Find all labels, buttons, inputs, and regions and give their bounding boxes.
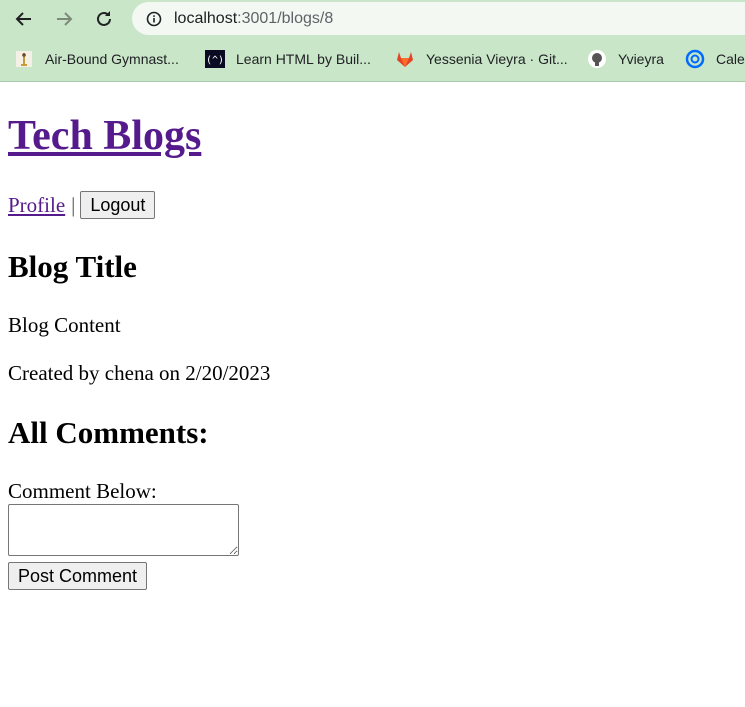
post-comment-button[interactable]: Post Comment <box>8 562 148 590</box>
svg-text:(^): (^) <box>206 55 224 66</box>
freecodecamp-icon: (^) <box>205 49 225 69</box>
forward-button[interactable] <box>50 5 78 33</box>
gitlab-icon <box>395 49 415 69</box>
info-icon[interactable] <box>144 9 164 29</box>
site-nav: Profile | Logout <box>8 191 156 219</box>
logout-button[interactable]: Logout <box>80 191 156 219</box>
browser-toolbar: localhost:3001/blogs/8 Air-Bound Gymnast… <box>0 0 745 82</box>
arrow-right-icon <box>57 12 73 26</box>
nav-separator: | <box>71 193 76 217</box>
comments-heading: All Comments: <box>8 415 209 450</box>
bookmark-label: Cale <box>716 51 745 67</box>
bookmark-item[interactable]: (^) Learn HTML by Buil... <box>205 47 371 71</box>
gymnast-icon <box>14 49 34 69</box>
bookmark-item[interactable]: Cale <box>685 47 745 71</box>
url-path: :3001/blogs/8 <box>237 9 334 27</box>
bookmark-label: Yessenia Vieyra · Git... <box>426 51 568 67</box>
blog-title: Blog Title <box>8 249 137 284</box>
blog-content: Blog Content <box>8 313 121 337</box>
github-icon <box>587 49 607 69</box>
address-bar[interactable]: localhost:3001/blogs/8 <box>132 2 745 35</box>
bookmark-label: Learn HTML by Buil... <box>236 51 371 67</box>
reload-icon <box>97 11 111 26</box>
bookmark-label: Air-Bound Gymnast... <box>45 51 179 67</box>
url-host: localhost <box>174 9 238 27</box>
bookmark-item[interactable]: Air-Bound Gymnast... <box>14 47 179 71</box>
bookmark-item[interactable]: Yvieyra <box>587 47 664 71</box>
bookmark-label: Yvieyra <box>618 51 664 67</box>
comment-input[interactable] <box>8 504 239 556</box>
bookmarks-bar: Air-Bound Gymnast... (^) Learn HTML by B… <box>0 44 745 74</box>
site-title: Tech Blogs <box>8 111 201 161</box>
reload-button[interactable] <box>90 5 118 33</box>
arrow-left-icon <box>15 12 31 26</box>
blog-meta: Created by chena on 2/20/2023 <box>8 361 271 385</box>
calendly-icon <box>685 49 705 69</box>
comment-label: Comment Below: <box>8 479 157 503</box>
bookmark-item[interactable]: Yessenia Vieyra · Git... <box>395 47 568 71</box>
profile-link[interactable]: Profile <box>8 191 65 219</box>
back-button[interactable] <box>10 5 38 33</box>
site-title-link[interactable]: Tech Blogs <box>8 113 201 159</box>
